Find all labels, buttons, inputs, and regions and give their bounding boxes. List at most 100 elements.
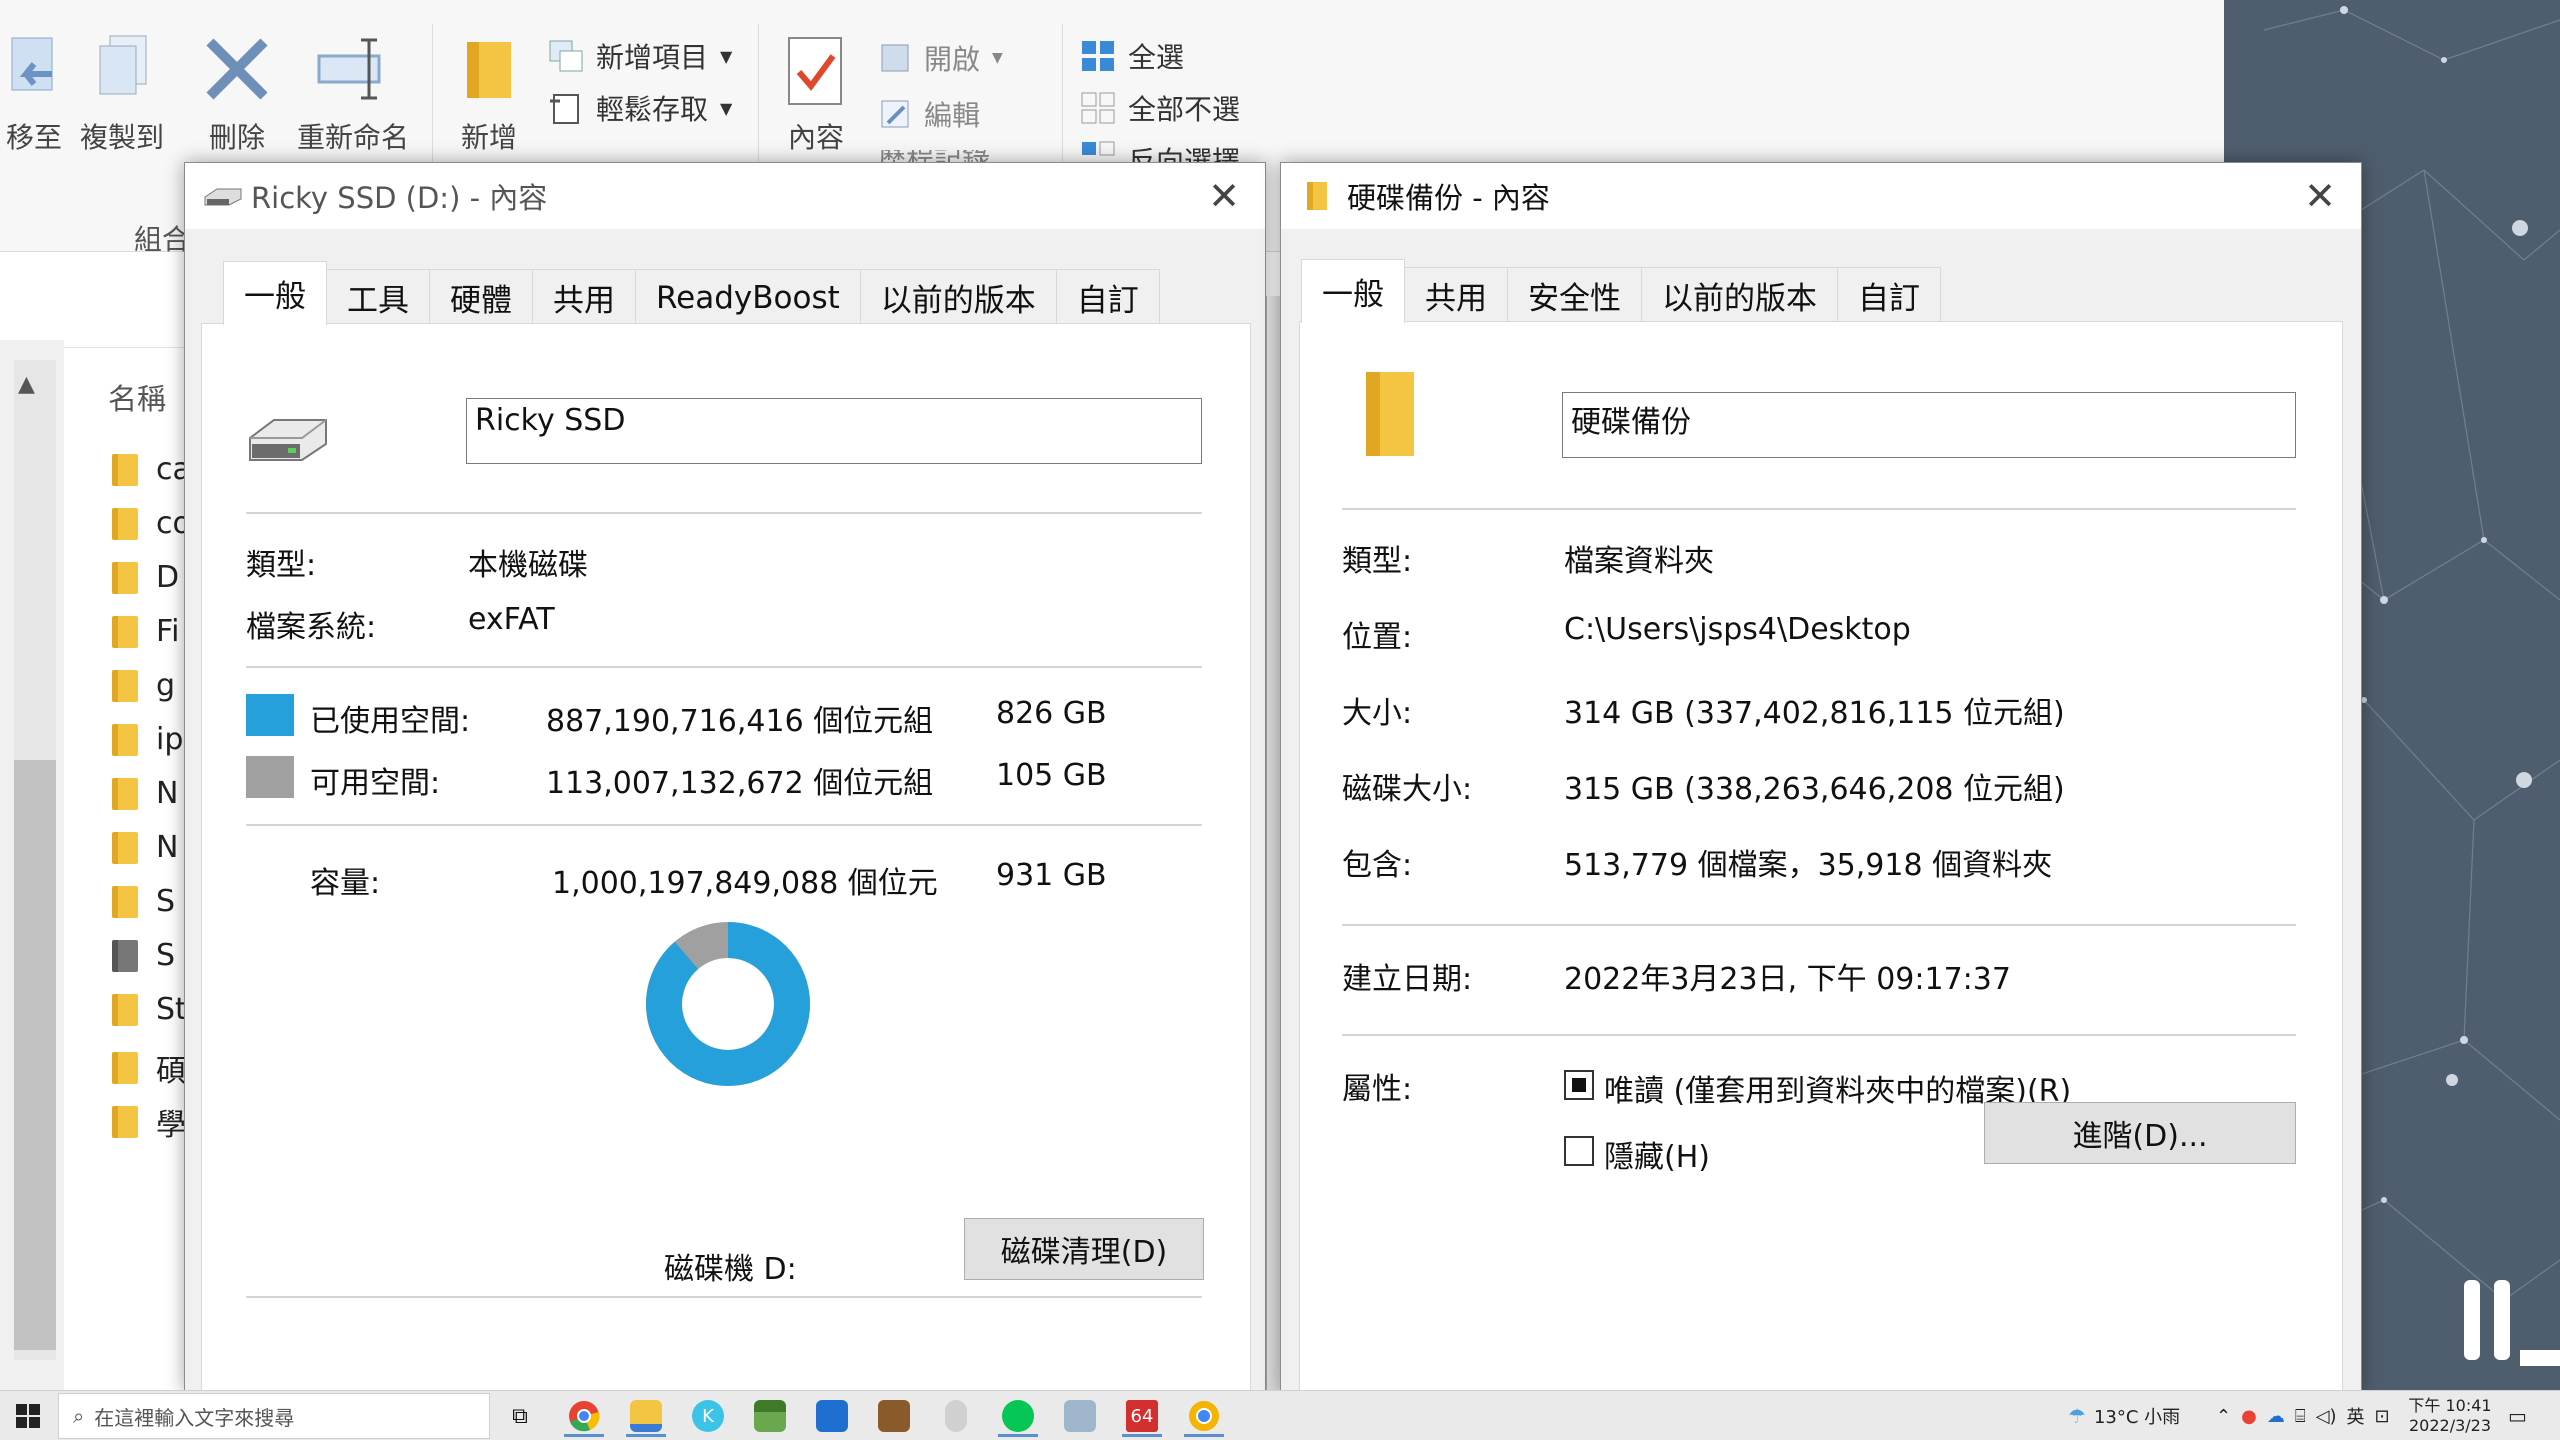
- weather-widget[interactable]: ☂ 13°C 小雨: [2068, 1391, 2180, 1440]
- network-icon[interactable]: ⌸: [2295, 1406, 2306, 1427]
- hidden-checkbox[interactable]: [1564, 1136, 1594, 1166]
- used-space-arc: [646, 922, 810, 1086]
- advanced-button[interactable]: 進階(D)...: [1984, 1102, 2296, 1164]
- tab-4[interactable]: ReadyBoost: [635, 269, 861, 325]
- task-view-icon[interactable]: ⧉: [498, 1395, 542, 1437]
- list-item[interactable]: co: [112, 506, 191, 541]
- line-icon[interactable]: [996, 1395, 1040, 1437]
- tab-0[interactable]: 一般: [1301, 259, 1405, 323]
- app-64-icon[interactable]: 64: [1120, 1395, 1164, 1437]
- close-icon[interactable]: ✕: [1201, 173, 1247, 219]
- list-item-label: N: [156, 830, 179, 865]
- chevron-up-icon[interactable]: ⌃: [2216, 1406, 2231, 1427]
- drive-dialog-titlebar[interactable]: Ricky SSD (D:) - 內容 ✕: [185, 163, 1265, 229]
- select-none-button[interactable]: 全部不選: [1080, 88, 1240, 128]
- list-item[interactable]: g: [112, 668, 175, 703]
- chrome-icon[interactable]: [562, 1395, 606, 1437]
- size-label: 大小:: [1342, 696, 1413, 731]
- clock[interactable]: 下午 10:41 2022/3/23: [2404, 1391, 2496, 1440]
- readonly-checkbox[interactable]: [1564, 1070, 1594, 1100]
- file-explorer-icon[interactable]: [624, 1395, 668, 1437]
- scrollbar-thumb[interactable]: [14, 760, 56, 1350]
- hidden-label[interactable]: 隱藏(H): [1604, 1132, 1710, 1176]
- chrome-canary-icon[interactable]: [1182, 1395, 1226, 1437]
- open-icon: [881, 44, 909, 72]
- tab-4[interactable]: 自訂: [1837, 267, 1941, 323]
- folder-general-page: 硬碟備份 類型: 檔案資料夾 位置: C:\Users\jsps4\Deskto…: [1299, 321, 2343, 1401]
- rename-button[interactable]: 重新命名: [290, 34, 416, 156]
- store-icon[interactable]: [810, 1395, 854, 1437]
- tab-1[interactable]: 工具: [326, 269, 430, 325]
- chrome-tray-icon[interactable]: ●: [2241, 1406, 2257, 1427]
- folder-tabs: 一般 共用 安全性 以前的版本 自訂: [1301, 259, 1941, 323]
- properties-button[interactable]: 內容: [776, 34, 856, 156]
- divider: [246, 512, 1202, 514]
- taskbar-search-box[interactable]: ⌕ 在這裡輸入文字來搜尋: [58, 1393, 490, 1439]
- folder-name-input[interactable]: 硬碟備份: [1562, 392, 2296, 458]
- column-header-name[interactable]: 名稱: [108, 376, 166, 418]
- list-item[interactable]: N: [112, 830, 178, 865]
- type-value: 本機磁碟: [468, 548, 588, 583]
- tab-2[interactable]: 硬體: [429, 269, 533, 325]
- list-item[interactable]: 學: [112, 1100, 186, 1144]
- tab-0[interactable]: 一般: [223, 261, 327, 325]
- folder-icon: [112, 615, 138, 648]
- list-item[interactable]: 碩: [112, 1046, 186, 1090]
- invert-selection-button[interactable]: 反向選擇: [1080, 140, 1240, 164]
- scroll-up-icon[interactable]: ▲: [18, 372, 35, 397]
- new-item-button[interactable]: 新增項目 ▼: [548, 36, 732, 76]
- new-folder-button[interactable]: 新增: [450, 34, 528, 156]
- minecraft-icon[interactable]: [748, 1395, 792, 1437]
- delete-button[interactable]: 刪除: [200, 34, 274, 156]
- disk-cleanup-button[interactable]: 磁碟清理(D): [964, 1218, 1204, 1280]
- photos-app-icon[interactable]: [1058, 1395, 1102, 1437]
- folder-dialog-titlebar[interactable]: 硬碟備份 - 內容 ✕: [1281, 163, 2361, 229]
- drive-properties-dialog: Ricky SSD (D:) - 內容 ✕ 一般 工具 硬體 共用 ReadyBoost…: [184, 162, 1266, 1403]
- list-item[interactable]: ip: [112, 722, 183, 757]
- list-item[interactable]: S: [112, 938, 175, 973]
- easy-access-button[interactable]: 輕鬆存取 ▼: [548, 88, 732, 128]
- delete-x-icon: [206, 38, 268, 100]
- open-button[interactable]: 開啟 ▼: [878, 38, 1003, 78]
- list-item[interactable]: St: [112, 992, 187, 1027]
- disc-icon: [112, 939, 138, 972]
- select-all-icon: [1082, 41, 1114, 71]
- tab-5[interactable]: 以前的版本: [859, 269, 1057, 325]
- close-icon[interactable]: ✕: [2297, 173, 2343, 219]
- select-all-button[interactable]: 全選: [1080, 36, 1184, 76]
- list-item[interactable]: S: [112, 884, 175, 919]
- tab-3[interactable]: 以前的版本: [1641, 267, 1838, 323]
- box-app-icon[interactable]: [872, 1395, 916, 1437]
- free-space-bytes: 113,007,132,672 個位元組: [546, 766, 934, 801]
- copy-to-button[interactable]: 複製到: [72, 34, 172, 156]
- file-system-label: 檔案系統:: [246, 610, 377, 645]
- edit-button[interactable]: 編輯: [878, 94, 980, 134]
- select-none-icon: [1081, 92, 1115, 124]
- drive-small-icon: [204, 188, 242, 206]
- onedrive-icon[interactable]: ☁: [2267, 1406, 2285, 1427]
- ime-indicator[interactable]: 英: [2347, 1403, 2365, 1429]
- folder-properties-dialog: 硬碟備份 - 內容 ✕ 一般 共用 安全性 以前的版本 自訂 硬碟備份 類型: 檔案資料…: [1280, 162, 2362, 1401]
- list-item[interactable]: N: [112, 776, 178, 811]
- capacity-gb: 931 GB: [996, 858, 1107, 893]
- free-space-gb: 105 GB: [996, 758, 1107, 793]
- ime-mode-icon[interactable]: ⊡: [2375, 1406, 2390, 1427]
- app-k-icon[interactable]: K: [686, 1395, 730, 1437]
- notification-icon[interactable]: ▭: [2508, 1391, 2527, 1440]
- folder-icon: [112, 1052, 138, 1084]
- move-to-button[interactable]: 移至: [0, 34, 68, 156]
- tab-6[interactable]: 自訂: [1055, 269, 1160, 325]
- tab-2[interactable]: 安全性: [1507, 267, 1642, 323]
- list-item[interactable]: ca: [112, 452, 191, 487]
- tab-3[interactable]: 共用: [532, 269, 636, 325]
- list-item[interactable]: D: [112, 560, 179, 595]
- tab-1[interactable]: 共用: [1404, 267, 1508, 323]
- volume-icon[interactable]: ◁): [2316, 1406, 2337, 1427]
- drive-name-input[interactable]: Ricky SSD: [466, 398, 1202, 464]
- windows-start-icon[interactable]: [16, 1404, 40, 1428]
- list-item-label: 碩: [156, 1054, 186, 1089]
- list-item[interactable]: Fi: [112, 614, 179, 649]
- mouse-app-icon[interactable]: [934, 1395, 978, 1437]
- folder-icon: [112, 507, 138, 540]
- list-item-label: N: [156, 776, 179, 811]
